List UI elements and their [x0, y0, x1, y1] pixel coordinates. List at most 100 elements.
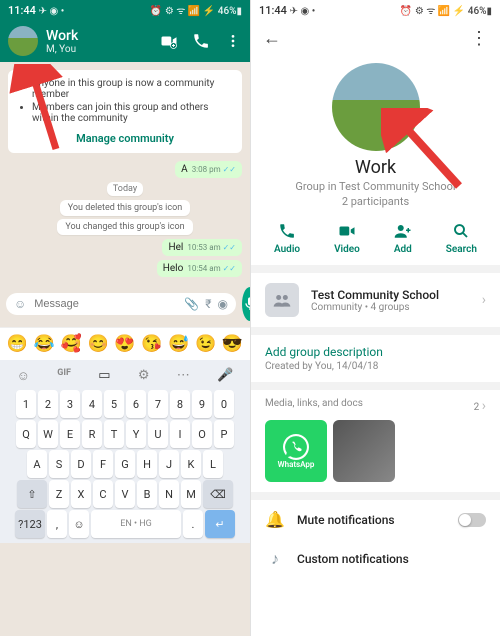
- space-key[interactable]: EN • HG: [91, 510, 181, 538]
- status-time: 11:44: [259, 4, 287, 17]
- back-icon[interactable]: ←: [263, 28, 281, 49]
- key[interactable]: 8: [170, 390, 190, 418]
- key[interactable]: 7: [148, 390, 168, 418]
- group-avatar-small[interactable]: [8, 26, 38, 56]
- key[interactable]: 2: [38, 390, 58, 418]
- key[interactable]: 4: [82, 390, 102, 418]
- key[interactable]: N: [159, 480, 179, 508]
- emoji-icon[interactable]: ☺: [14, 297, 26, 311]
- attach-icon[interactable]: 📎: [184, 297, 199, 311]
- key[interactable]: Q: [16, 420, 36, 448]
- banner-line: Anyone in this group is now a community …: [32, 78, 232, 100]
- key[interactable]: K: [181, 450, 201, 478]
- key[interactable]: U: [148, 420, 168, 448]
- key[interactable]: M: [181, 480, 201, 508]
- emoji[interactable]: 😍: [114, 334, 135, 354]
- key[interactable]: E: [60, 420, 80, 448]
- emoji[interactable]: 😉: [195, 334, 216, 354]
- key[interactable]: X: [71, 480, 91, 508]
- message-out[interactable]: A3:08 pm ✓✓: [175, 161, 242, 178]
- key[interactable]: H: [137, 450, 157, 478]
- enter-key[interactable]: ↵: [205, 510, 235, 538]
- key[interactable]: W: [38, 420, 58, 448]
- voice-call-icon[interactable]: [192, 32, 210, 50]
- mic-button[interactable]: [242, 287, 250, 321]
- status-right-icons: ⏰ ⚙ ᯤ 📶 ⚡ 46%▮: [400, 3, 492, 17]
- kbd-tab-settings[interactable]: ⚙: [138, 368, 150, 384]
- key[interactable]: L: [203, 450, 223, 478]
- manage-community-link[interactable]: Manage community: [18, 126, 232, 145]
- key[interactable]: B: [137, 480, 157, 508]
- message-out[interactable]: Hel10:53 am ✓✓: [162, 239, 242, 256]
- message-out[interactable]: Helo10:54 am ✓✓: [157, 260, 242, 277]
- kbd-tab-mic[interactable]: 🎤: [217, 368, 233, 384]
- key[interactable]: S: [49, 450, 69, 478]
- emoji[interactable]: 😊: [87, 334, 108, 354]
- search-button[interactable]: Search: [446, 222, 477, 255]
- kbd-tab-gif[interactable]: GIF: [57, 368, 71, 384]
- emoji[interactable]: 😎: [222, 334, 243, 354]
- key[interactable]: R: [82, 420, 102, 448]
- key[interactable]: O: [192, 420, 212, 448]
- emoji[interactable]: 😘: [141, 334, 162, 354]
- group-avatar-large[interactable]: [332, 63, 420, 151]
- key[interactable]: 5: [104, 390, 124, 418]
- key[interactable]: P: [214, 420, 234, 448]
- key[interactable]: .: [183, 510, 203, 538]
- key[interactable]: 9: [192, 390, 212, 418]
- key[interactable]: 0: [214, 390, 234, 418]
- more-icon[interactable]: ⋮: [470, 28, 488, 49]
- read-ticks-icon: ✓✓: [223, 243, 236, 252]
- status-time: 11:44: [8, 4, 36, 17]
- key[interactable]: 1: [16, 390, 36, 418]
- key[interactable]: G: [115, 450, 135, 478]
- payments-icon[interactable]: ₹: [205, 297, 211, 311]
- custom-notifications-row[interactable]: ♪ Custom notifications: [251, 539, 500, 579]
- video-call-icon[interactable]: [160, 31, 178, 51]
- key[interactable]: 6: [126, 390, 146, 418]
- key[interactable]: V: [115, 480, 135, 508]
- video-icon: [338, 222, 356, 240]
- system-message: You deleted this group's icon: [60, 200, 190, 216]
- chat-header-text[interactable]: Work M, You: [46, 28, 160, 55]
- kbd-tab-clipboard[interactable]: ▭: [98, 368, 110, 384]
- emoji[interactable]: 😂: [34, 334, 55, 354]
- numpad-key[interactable]: ?123: [15, 510, 45, 538]
- media-thumb[interactable]: [333, 420, 395, 482]
- camera-icon[interactable]: ◉: [217, 297, 227, 311]
- emoji[interactable]: 😅: [168, 334, 189, 354]
- keyboard: ☺ GIF ▭ ⚙ ⋯ 🎤 1234567890 QWERTYUIOP ASDF…: [0, 360, 250, 543]
- kbd-tab-sticker[interactable]: ☺: [17, 368, 30, 384]
- emoji[interactable]: 🥰: [61, 334, 82, 354]
- key[interactable]: I: [170, 420, 190, 448]
- chat-header[interactable]: Work M, You: [0, 20, 250, 62]
- key[interactable]: C: [93, 480, 113, 508]
- add-participant-button[interactable]: Add: [394, 222, 412, 255]
- key[interactable]: ,: [47, 510, 67, 538]
- media-thumb[interactable]: WhatsApp: [265, 420, 327, 482]
- key[interactable]: D: [71, 450, 91, 478]
- emoji[interactable]: 😁: [7, 334, 28, 354]
- key[interactable]: F: [93, 450, 113, 478]
- shift-key[interactable]: ⇧: [17, 480, 47, 508]
- emoji-key[interactable]: ☺: [69, 510, 89, 538]
- more-icon[interactable]: [224, 33, 242, 49]
- media-label: Media, links, and docs: [265, 398, 363, 414]
- add-description-link[interactable]: Add group description: [251, 335, 500, 359]
- key[interactable]: T: [104, 420, 124, 448]
- key[interactable]: Y: [126, 420, 146, 448]
- key[interactable]: A: [27, 450, 47, 478]
- mute-toggle[interactable]: [458, 513, 486, 527]
- key[interactable]: Z: [49, 480, 69, 508]
- key[interactable]: J: [159, 450, 179, 478]
- community-row[interactable]: Test Community School Community • 4 grou…: [251, 273, 500, 327]
- message-input[interactable]: [32, 297, 178, 311]
- key[interactable]: 3: [60, 390, 80, 418]
- video-call-button[interactable]: Video: [334, 222, 360, 255]
- audio-call-button[interactable]: Audio: [274, 222, 300, 255]
- media-links-row[interactable]: Media, links, and docs 2 ›: [251, 390, 500, 420]
- backspace-key[interactable]: ⌫: [203, 480, 233, 508]
- community-icon: [265, 283, 299, 317]
- mute-notifications-row[interactable]: 🔔 Mute notifications: [251, 500, 500, 539]
- kbd-tab-more[interactable]: ⋯: [177, 368, 190, 384]
